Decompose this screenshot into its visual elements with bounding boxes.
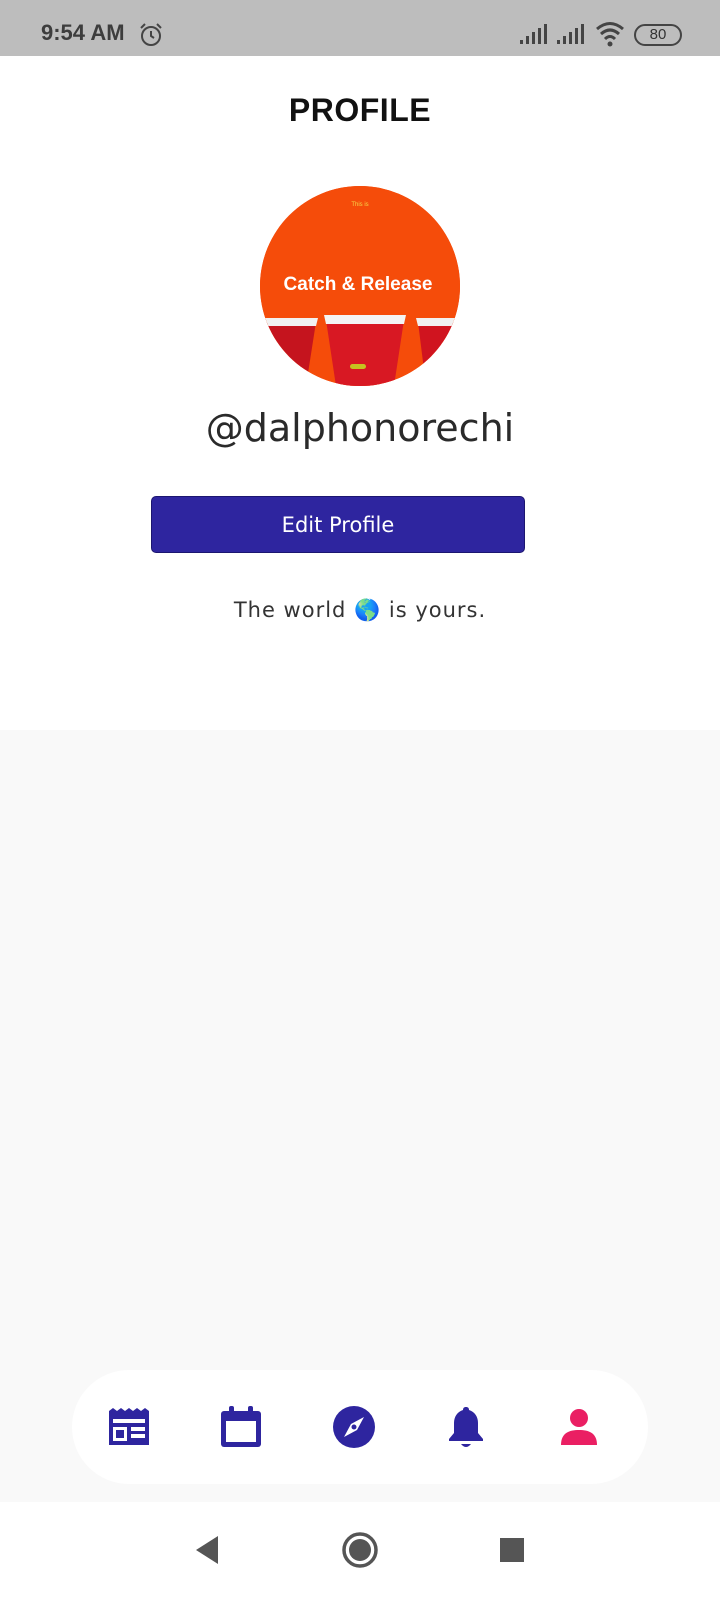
- status-time: 9:54 AM: [41, 20, 125, 45]
- edit-profile-button[interactable]: Edit Profile: [151, 496, 525, 553]
- bell-icon: [449, 1407, 483, 1447]
- home-icon[interactable]: [340, 1530, 380, 1570]
- nav-notifications[interactable]: [442, 1403, 490, 1451]
- avatar-small-text: This is: [351, 202, 369, 208]
- nav-profile[interactable]: [555, 1403, 603, 1451]
- bottom-nav: [72, 1370, 648, 1484]
- wifi-icon: [596, 22, 624, 47]
- system-nav-bar: [0, 1502, 720, 1600]
- battery-icon: 80: [634, 24, 682, 46]
- calendar-icon: [221, 1406, 261, 1447]
- signal-icon: [520, 24, 547, 44]
- status-bar: 9:54 AM 80: [0, 0, 720, 56]
- recents-icon[interactable]: [492, 1530, 532, 1570]
- avatar-title: Catch & Release: [283, 274, 433, 295]
- page-title: PROFILE: [288, 92, 432, 128]
- avatar[interactable]: This is Catch & Release: [260, 186, 460, 386]
- signal-icon: [557, 24, 584, 44]
- bio: The world 🌎 is yours.: [233, 598, 487, 622]
- nav-news[interactable]: [105, 1403, 153, 1451]
- username: @dalphonorechi: [205, 406, 515, 450]
- news-icon: [109, 1408, 149, 1445]
- back-icon[interactable]: [188, 1530, 228, 1570]
- compass-icon: [333, 1406, 375, 1448]
- person-icon: [561, 1409, 597, 1445]
- nav-explore[interactable]: [330, 1403, 378, 1451]
- nav-calendar[interactable]: [217, 1403, 265, 1451]
- alarm-icon: [140, 23, 162, 46]
- profile-panel: PROFILE This is Catch & Release @dalphon…: [0, 56, 720, 730]
